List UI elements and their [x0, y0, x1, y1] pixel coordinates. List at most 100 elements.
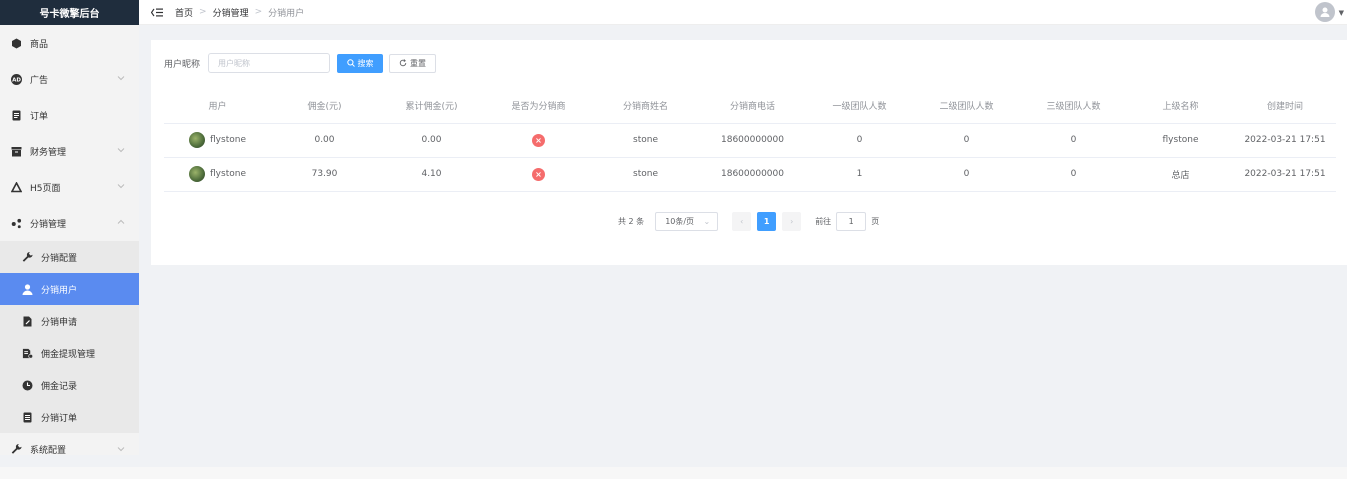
sidebar-item-distribution-users[interactable]: 分销用户	[0, 273, 139, 305]
breadcrumb-distribution[interactable]: 分销管理	[213, 6, 249, 19]
cell-distributor-phone: 18600000000	[699, 157, 806, 192]
table-row: flystone 73.90 4.10 × stone 18600000000 …	[164, 157, 1336, 192]
user-name: flystone	[210, 169, 246, 179]
sidebar-item-label: H5页面	[30, 183, 61, 194]
collapse-menu-icon[interactable]	[151, 8, 163, 17]
search-icon	[346, 59, 355, 67]
cell-created-time: 2022-03-21 17:51	[1234, 123, 1336, 158]
reset-button[interactable]: 重置	[389, 53, 437, 73]
cube-icon	[11, 38, 22, 49]
sidebar-item-label: 分销订单	[41, 413, 78, 424]
page-number-button[interactable]: 1	[757, 212, 777, 231]
sidebar-item-label: 佣金提现管理	[41, 349, 96, 360]
sidebar-item-system-config[interactable]: 系统配置	[0, 433, 139, 455]
cell-commission: 0.00	[271, 123, 378, 158]
wrench-icon	[11, 443, 22, 454]
sidebar-item-label: 佣金记录	[41, 381, 78, 392]
header-total-commission: 累计佣金(元)	[378, 89, 485, 124]
withdraw-doc-icon	[22, 348, 33, 359]
prev-page-button[interactable]: ‹	[732, 212, 752, 231]
header-distributor-name: 分销商姓名	[592, 89, 699, 124]
wallet-icon	[11, 146, 22, 157]
cell-distributor-name: stone	[592, 123, 699, 158]
chevron-up-icon	[117, 218, 125, 226]
sidebar-item-label: 分销申请	[41, 317, 78, 328]
sidebar-item-h5[interactable]: H5页面	[0, 169, 139, 205]
goto-page-input[interactable]	[836, 212, 867, 231]
cell-distributor-phone: 18600000000	[699, 123, 806, 158]
cell-parent-name: flystone	[1127, 123, 1234, 158]
cell-level2-count: 0	[913, 123, 1020, 158]
sidebar-item-label: 分销配置	[41, 253, 78, 264]
sidebar-item-distribution[interactable]: 分销管理	[0, 205, 139, 241]
header-commission: 佣金(元)	[271, 89, 378, 124]
share-icon	[11, 218, 22, 229]
sidebar-item-label: 分销管理	[30, 219, 67, 230]
top-bar: 首页 > 分销管理 > 分销用户 ▼	[139, 0, 1347, 25]
cell-user: flystone	[164, 123, 271, 158]
svg-text:AD: AD	[12, 77, 21, 83]
sidebar-item-orders[interactable]: 订单	[0, 97, 139, 133]
sidebar-item-distribution-config[interactable]: 分销配置	[0, 241, 139, 273]
sidebar-item-distribution-orders[interactable]: 分销订单	[0, 401, 139, 433]
header-created-time: 创建时间	[1234, 89, 1336, 124]
sidebar-item-label: 分销用户	[41, 285, 78, 296]
cell-distributor-name: stone	[592, 157, 699, 192]
app-title: 号卡微擎后台	[0, 0, 139, 25]
sidebar-item-ads[interactable]: AD 广告	[0, 61, 139, 97]
sidebar: 号卡微擎后台 商品 AD 广告 订单 财务管理 H5页面 分销管理 分销配置 分…	[0, 0, 139, 455]
user-name: flystone	[210, 135, 246, 145]
caret-down-icon[interactable]: ▼	[1339, 9, 1344, 17]
cell-total-commission: 4.10	[378, 157, 485, 192]
avatar	[189, 166, 206, 182]
cell-level1-count: 1	[806, 157, 913, 192]
search-button[interactable]: 搜索	[337, 53, 384, 73]
pagination-total: 共 2 条	[618, 217, 645, 226]
header-is-distributor: 是否为分销商	[485, 89, 592, 124]
header-level2-count: 二级团队人数	[913, 89, 1020, 124]
footer-strip	[0, 467, 1347, 479]
edit-doc-icon	[22, 316, 33, 327]
cell-parent-name: 总店	[1127, 157, 1234, 192]
close-circle-icon: ×	[532, 167, 545, 181]
goto-label: 前往	[815, 217, 832, 226]
avatar	[189, 132, 206, 148]
clock-icon	[22, 380, 33, 391]
page-size-select[interactable]: 10条/页 ⌄	[655, 212, 719, 231]
chevron-right-icon: ›	[790, 217, 794, 226]
close-circle-icon: ×	[532, 133, 545, 147]
sidebar-item-withdraw-manage[interactable]: 佣金提现管理	[0, 337, 139, 369]
sidebar-item-label: 商品	[30, 39, 49, 50]
cell-created-time: 2022-03-21 17:51	[1234, 157, 1336, 192]
pagination: 共 2 条 10条/页 ⌄ ‹ 1 › 前往 页	[618, 212, 879, 231]
next-page-button[interactable]: ›	[782, 212, 802, 231]
cell-total-commission: 0.00	[378, 123, 485, 158]
breadcrumb-current: 分销用户	[268, 8, 305, 19]
wrench-icon	[22, 251, 33, 263]
ad-icon: AD	[11, 73, 22, 85]
header-user: 用户	[164, 89, 271, 124]
breadcrumb-home[interactable]: 首页	[175, 6, 193, 19]
user-avatar[interactable]	[1315, 2, 1335, 22]
chevron-down-icon	[117, 146, 125, 154]
cell-level3-count: 0	[1020, 123, 1127, 158]
sidebar-item-finance[interactable]: 财务管理	[0, 133, 139, 169]
page-unit-label: 页	[871, 217, 880, 226]
distribution-users-table: 用户 佣金(元) 累计佣金(元) 是否为分销商 分销商姓名 分销商电话 一级团队…	[164, 89, 1336, 192]
table-row: flystone 0.00 0.00 × stone 18600000000 0…	[164, 123, 1336, 158]
h5-icon	[11, 181, 22, 193]
sidebar-item-goods[interactable]: 商品	[0, 25, 139, 61]
sidebar-item-distribution-apply[interactable]: 分销申请	[0, 305, 139, 337]
header-level3-count: 三级团队人数	[1020, 89, 1127, 124]
user-icon	[22, 283, 33, 295]
table-header-row: 用户 佣金(元) 累计佣金(元) 是否为分销商 分销商姓名 分销商电话 一级团队…	[164, 89, 1336, 124]
nickname-input[interactable]	[208, 53, 331, 73]
chevron-down-icon: ⌄	[703, 217, 711, 226]
cell-is-distributor: ×	[485, 157, 592, 192]
chevron-down-icon	[117, 74, 125, 82]
list-doc-icon	[22, 412, 33, 423]
cell-is-distributor: ×	[485, 123, 592, 158]
header-distributor-phone: 分销商电话	[699, 89, 806, 124]
sidebar-item-commission-records[interactable]: 佣金记录	[0, 369, 139, 401]
nickname-label: 用户昵称	[164, 59, 201, 70]
